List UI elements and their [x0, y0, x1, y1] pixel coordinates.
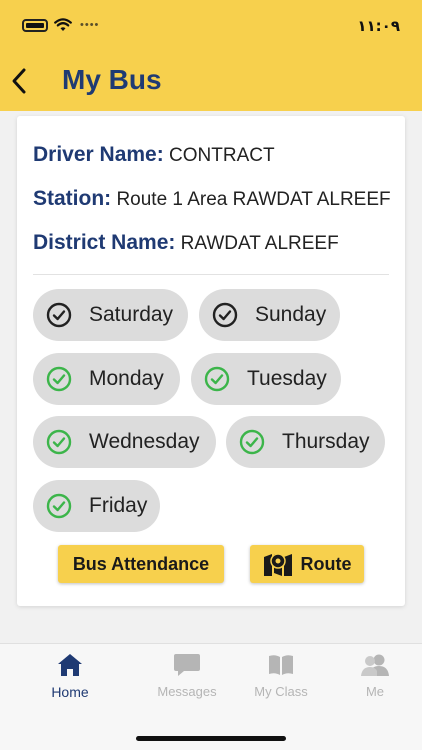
driver-value: CONTRACT: [169, 145, 275, 166]
bus-attendance-button[interactable]: Bus Attendance: [58, 545, 224, 583]
day-label: Wednesday: [89, 430, 200, 453]
home-indicator: [136, 736, 286, 741]
district-label: District Name:: [33, 231, 176, 254]
check-circle-icon: [204, 366, 230, 392]
bus-attendance-label: Bus Attendance: [72, 553, 210, 574]
station-label: Station:: [33, 187, 112, 210]
book-icon: [269, 655, 293, 675]
check-circle-icon: [46, 493, 72, 519]
nav-label-me: Me: [365, 684, 385, 699]
route-label: Route: [300, 553, 352, 574]
check-circle-icon: [239, 429, 265, 455]
home-icon: [58, 654, 82, 676]
check-circle-icon: [46, 429, 72, 455]
header: •••• ١١:٠٩ My Bus: [0, 0, 422, 111]
check-circle-icon: [46, 302, 72, 328]
divider: [33, 274, 389, 275]
nav-item-messages[interactable]: Messages: [147, 652, 227, 699]
day-pill-saturday[interactable]: Saturday: [33, 289, 188, 341]
back-chevron-icon[interactable]: [6, 64, 34, 98]
driver-row: Driver Name: CONTRACT: [33, 143, 275, 167]
day-label: Thursday: [282, 430, 370, 453]
day-label: Tuesday: [247, 367, 327, 390]
nav-label-messages: Messages: [157, 684, 217, 699]
day-label: Sunday: [255, 303, 327, 326]
users-icon: [361, 654, 389, 676]
nav-label-my-class: My Class: [254, 684, 308, 699]
day-pill-friday[interactable]: Friday: [33, 480, 160, 532]
day-pill-monday[interactable]: Monday: [33, 353, 180, 405]
signal-dots: ••••: [80, 19, 100, 31]
station-value: Route 1 Area RAWDAT ALREEF: [116, 189, 391, 210]
check-circle-icon: [46, 366, 72, 392]
day-pill-thursday[interactable]: Thursday: [226, 416, 385, 468]
day-pill-sunday[interactable]: Sunday: [199, 289, 340, 341]
driver-label: Driver Name:: [33, 143, 164, 166]
day-label: Saturday: [89, 303, 174, 326]
status-bar: •••• ١١:٠٩: [22, 14, 400, 38]
bottom-nav: Home Messages My Class Me: [0, 643, 422, 750]
day-pill-wednesday[interactable]: Wednesday: [33, 416, 216, 468]
bus-info-card: Driver Name: CONTRACT Station: Route 1 A…: [17, 116, 405, 606]
day-pill-tuesday[interactable]: Tuesday: [191, 353, 341, 405]
messages-icon: [174, 654, 200, 676]
nav-item-home[interactable]: Home: [30, 652, 110, 700]
route-button[interactable]: Route: [250, 545, 364, 583]
wifi-icon: [54, 18, 72, 31]
nav-item-me[interactable]: Me: [335, 652, 415, 699]
nav-item-my-class[interactable]: My Class: [241, 652, 321, 699]
district-value: RAWDAT ALREEF: [180, 233, 339, 254]
nav-label-home: Home: [51, 684, 89, 700]
check-circle-icon: [212, 302, 238, 328]
station-row: Station: Route 1 Area RAWDAT ALREEF: [33, 187, 391, 211]
map-marker-icon: [263, 553, 292, 576]
day-label: Monday: [89, 367, 164, 390]
page-title: My Bus: [62, 64, 162, 95]
district-row: District Name: RAWDAT ALREEF: [33, 231, 339, 255]
status-time: ١١:٠٩: [357, 17, 400, 35]
day-label: Friday: [89, 494, 148, 517]
battery-icon: [22, 18, 48, 32]
